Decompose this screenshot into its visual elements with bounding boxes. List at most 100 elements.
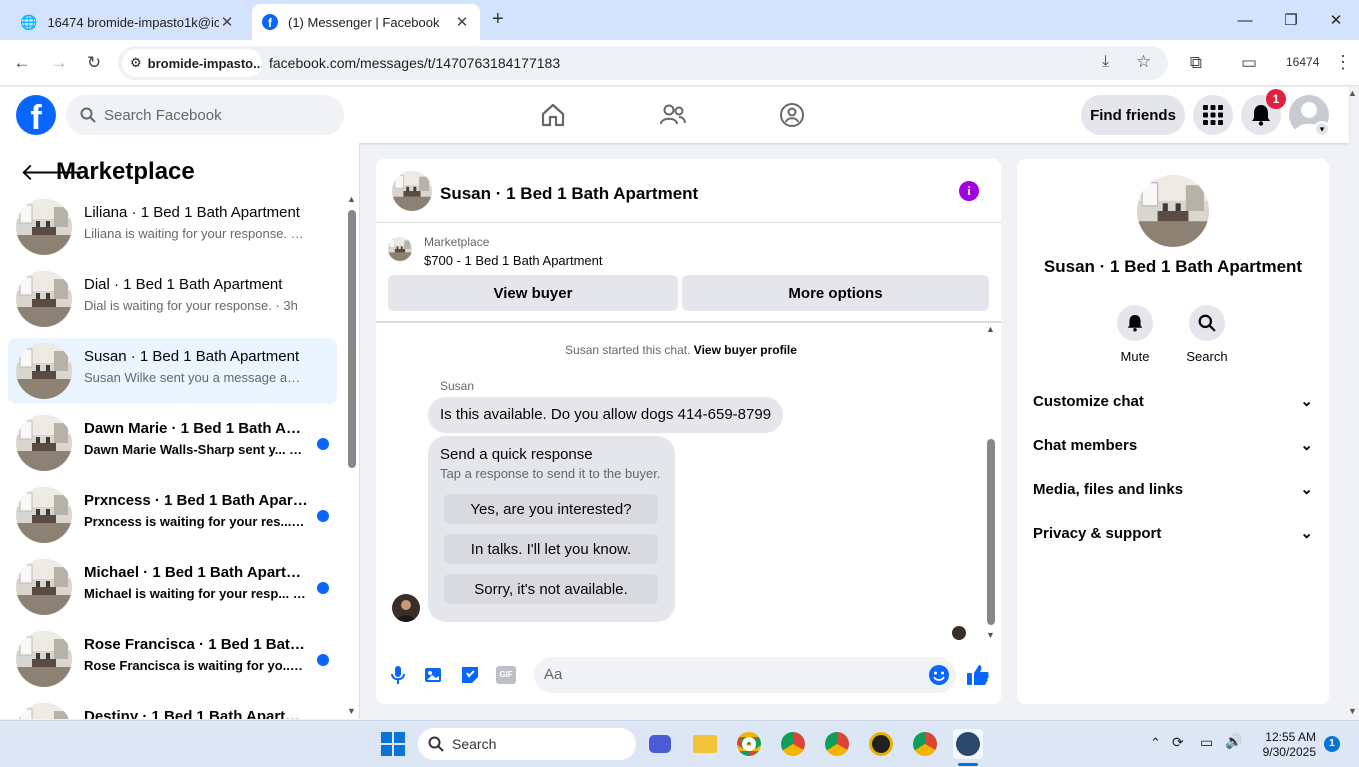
thumbs-up-icon[interactable] bbox=[966, 663, 990, 687]
message-bubble[interactable]: Is this available. Do you allow dogs 414… bbox=[428, 397, 784, 433]
browser-tab-2[interactable]: f (1) Messenger | Facebook ✕ bbox=[252, 4, 480, 40]
menu-grid-icon[interactable] bbox=[1193, 95, 1233, 135]
customize-chat-row[interactable]: Customize chat ⌄ bbox=[1033, 379, 1313, 423]
browser-tab-strip: 🌐 16474 bromide-impasto1k@icl ✕ f (1) Me… bbox=[0, 0, 1359, 40]
friends-icon[interactable] bbox=[653, 95, 693, 135]
conversation-item[interactable]: Rose Francisca · 1 Bed 1 Bath A... Rose F… bbox=[8, 626, 337, 692]
new-tab-icon[interactable]: + bbox=[492, 8, 504, 31]
chrome-icon[interactable] bbox=[910, 729, 940, 759]
listing-title[interactable]: $700 - 1 Bed 1 Bath Apartment bbox=[424, 253, 603, 268]
taskbar-clock[interactable]: 12:55 AM 9/30/2025 bbox=[1254, 730, 1316, 760]
address-bar[interactable]: ⚙ bromide-impasto... facebook.com/messag… bbox=[118, 46, 1168, 80]
file-explorer-icon[interactable] bbox=[690, 729, 720, 759]
site-chip-label: bromide-impasto... bbox=[147, 55, 262, 71]
groups-icon[interactable] bbox=[772, 95, 812, 135]
reload-icon[interactable]: ↻ bbox=[79, 48, 109, 78]
scroll-up-icon[interactable]: ▲ bbox=[986, 324, 995, 334]
chevron-down-icon: ⌄ bbox=[1300, 393, 1313, 410]
started-text: Susan started this chat. bbox=[565, 343, 691, 357]
info-icon[interactable]: i bbox=[959, 181, 979, 201]
network-icon[interactable]: ▭ bbox=[1200, 734, 1213, 751]
scroll-down-icon[interactable]: ▼ bbox=[347, 706, 356, 716]
conversation-item[interactable]: Destiny · 1 Bed 1 Bath Apartme... bbox=[8, 698, 337, 719]
view-buyer-button[interactable]: View buyer bbox=[388, 275, 678, 311]
browser-menu-icon[interactable]: ⋮ bbox=[1334, 52, 1352, 73]
site-info-chip[interactable]: ⚙ bromide-impasto... bbox=[122, 49, 262, 77]
photo-icon[interactable] bbox=[422, 663, 446, 687]
conversation-item[interactable]: Dawn Marie · 1 Bed 1 Bath Apa... Dawn Mar… bbox=[8, 410, 337, 476]
quick-response-button[interactable]: In talks. I'll let you know. bbox=[444, 534, 658, 564]
facebook-search-input[interactable]: Search Facebook bbox=[66, 95, 344, 135]
view-buyer-profile-link[interactable]: View buyer profile bbox=[694, 343, 797, 357]
quick-response-button[interactable]: Sorry, it's not available. bbox=[444, 574, 658, 604]
emoji-icon[interactable] bbox=[927, 663, 951, 687]
chat-title[interactable]: Susan · 1 Bed 1 Bath Apartment bbox=[440, 184, 698, 204]
conversation-item[interactable]: Prxncess · 1 Bed 1 Bath Apartm... Prxnces… bbox=[8, 482, 337, 548]
notification-count-badge[interactable]: 1 bbox=[1324, 736, 1340, 752]
bookmark-star-icon[interactable]: ☆ bbox=[1136, 52, 1151, 72]
conversation-item[interactable]: Susan · 1 Bed 1 Bath Apartment Susan Wilk… bbox=[8, 338, 337, 404]
message-input[interactable]: Aa bbox=[534, 657, 956, 693]
unread-dot bbox=[317, 582, 329, 594]
page-scroll-up-icon[interactable]: ▲ bbox=[1348, 88, 1357, 98]
browser-tab-1[interactable]: 🌐 16474 bromide-impasto1k@icl ✕ bbox=[10, 4, 245, 40]
gif-icon[interactable]: GIF bbox=[494, 663, 518, 687]
media-files-links-row[interactable]: Media, files and links ⌄ bbox=[1033, 467, 1313, 511]
close-tab-icon[interactable]: ✕ bbox=[454, 13, 470, 31]
find-friends-button[interactable]: Find friends bbox=[1081, 95, 1185, 135]
taskbar-search-label: Search bbox=[452, 736, 497, 752]
active-indicator bbox=[958, 763, 978, 766]
conversation-name: Rose Francisca · 1 Bed 1 Bath A... bbox=[84, 636, 309, 653]
close-window-icon[interactable]: ✕ bbox=[1313, 0, 1359, 40]
conversation-item[interactable]: Liliana · 1 Bed 1 Bath Apartment Liliana … bbox=[8, 194, 337, 260]
chrome-icon[interactable] bbox=[734, 729, 764, 759]
chat-avatar[interactable] bbox=[392, 171, 432, 211]
active-app-icon[interactable] bbox=[953, 729, 983, 759]
facebook-logo-icon[interactable]: f bbox=[16, 95, 56, 137]
close-tab-icon[interactable]: ✕ bbox=[219, 13, 235, 31]
chat-profile-image[interactable] bbox=[1137, 175, 1209, 247]
chat-members-row[interactable]: Chat members ⌄ bbox=[1033, 423, 1313, 467]
chat-header: Susan · 1 Bed 1 Bath Apartment i bbox=[376, 159, 1001, 223]
scroll-up-icon[interactable]: ▲ bbox=[347, 194, 356, 204]
minimize-icon[interactable]: — bbox=[1222, 0, 1268, 40]
conversation-snippet: Dawn Marie Walls-Sharp sent y... · 6h bbox=[84, 442, 306, 457]
search-in-chat-button[interactable]: Search bbox=[1177, 305, 1237, 364]
chat-list-scrollbar[interactable] bbox=[348, 210, 356, 468]
forward-icon[interactable]: → bbox=[44, 48, 74, 78]
taskbar-search[interactable]: Search bbox=[418, 728, 636, 760]
app-icon[interactable] bbox=[866, 729, 896, 759]
conversation-snippet: Dial is waiting for your response. · 3h bbox=[84, 298, 298, 313]
more-options-button[interactable]: More options bbox=[682, 275, 989, 311]
install-icon[interactable]: ⤓ bbox=[1102, 53, 1109, 71]
show-hidden-icons-icon[interactable]: ⌃ bbox=[1150, 735, 1161, 751]
meet-icon[interactable] bbox=[645, 729, 675, 759]
url-text[interactable]: facebook.com/messages/t/1470763184177183 bbox=[269, 55, 560, 71]
back-icon[interactable]: ← bbox=[7, 48, 37, 78]
sticker-icon[interactable] bbox=[458, 663, 482, 687]
home-icon[interactable] bbox=[533, 95, 573, 135]
scroll-down-icon[interactable]: ▼ bbox=[986, 630, 995, 640]
volume-icon[interactable]: 🔊 bbox=[1225, 733, 1242, 750]
mute-button[interactable]: Mute bbox=[1105, 305, 1165, 364]
microphone-icon[interactable] bbox=[386, 663, 410, 687]
chat-started-notice: Susan started this chat. View buyer prof… bbox=[376, 343, 986, 357]
page-scroll-down-icon[interactable]: ▼ bbox=[1348, 706, 1357, 716]
facebook-favicon-icon: f bbox=[262, 14, 278, 30]
profile-label[interactable]: 16474 bbox=[1286, 55, 1319, 69]
extensions-icon[interactable]: ⧉ bbox=[1181, 48, 1211, 78]
sender-avatar[interactable] bbox=[392, 594, 420, 622]
conversation-item[interactable]: Michael · 1 Bed 1 Bath Apartm... Michael … bbox=[8, 554, 337, 620]
sidepanel-icon[interactable]: ▭ bbox=[1234, 48, 1264, 78]
conversation-thumbnail bbox=[16, 559, 72, 615]
conversation-item[interactable]: Dial · 1 Bed 1 Bath Apartment Dial is wai… bbox=[8, 266, 337, 332]
chrome-icon[interactable] bbox=[778, 729, 808, 759]
quick-response-button[interactable]: Yes, are you interested? bbox=[444, 494, 658, 524]
sync-icon[interactable]: ⟳ bbox=[1172, 734, 1184, 751]
privacy-support-row[interactable]: Privacy & support ⌄ bbox=[1033, 511, 1313, 555]
chrome-icon[interactable] bbox=[822, 729, 852, 759]
account-chevron-icon[interactable]: ▾ bbox=[1314, 121, 1330, 137]
chat-scrollbar[interactable] bbox=[987, 439, 995, 625]
windows-start-icon[interactable] bbox=[378, 729, 408, 759]
maximize-icon[interactable]: ❐ bbox=[1268, 0, 1314, 40]
